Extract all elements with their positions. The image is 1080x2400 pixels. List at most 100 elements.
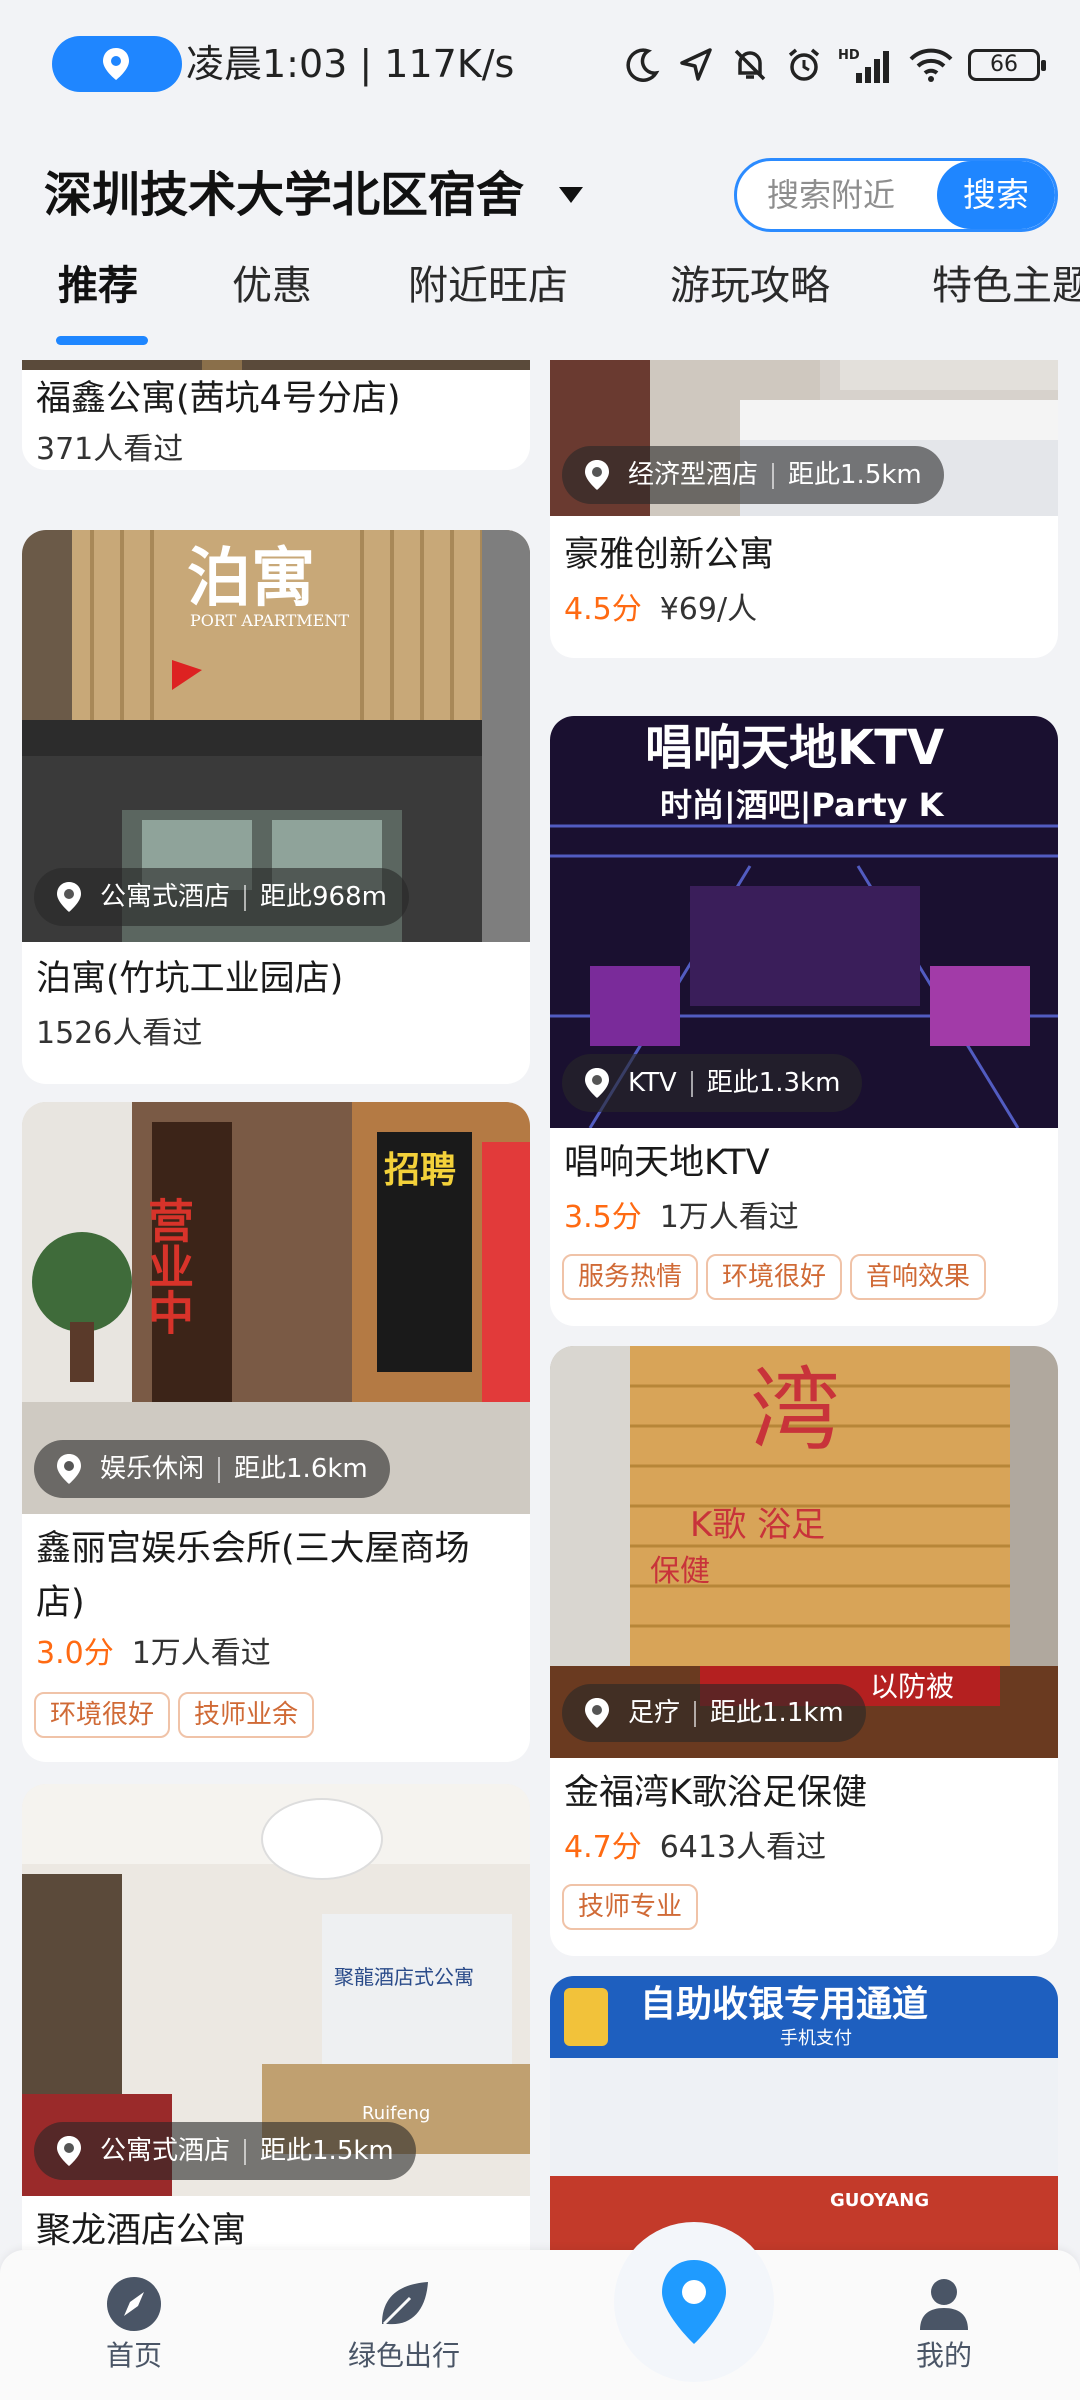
- rating-score: 4.5分: [564, 592, 642, 627]
- poi-title: 唱响天地KTV: [564, 1143, 770, 1183]
- view-count: 1万人看过: [659, 1200, 799, 1235]
- poi-title: 鑫丽宫娱乐会所(三大屋商场店): [36, 1529, 470, 1623]
- rating-score: 3.0分: [36, 1636, 114, 1671]
- current-location[interactable]: 深圳技术大学北区宿舍: [44, 160, 524, 230]
- tag-chip[interactable]: 服务热情: [562, 1254, 699, 1300]
- category-distance-badge: 公寓式酒店 距此968m: [34, 868, 409, 926]
- view-count: 6413人看过: [659, 1830, 827, 1865]
- svg-text:GUOYANG: GUOYANG: [830, 2190, 929, 2211]
- price-per-person: ¥69/人: [659, 592, 758, 627]
- header: 深圳技术大学北区宿舍 搜索附近 搜索: [0, 150, 1080, 240]
- tab-travel-guides[interactable]: 游玩攻略: [670, 256, 830, 316]
- tag-chip[interactable]: 环境很好: [34, 1692, 171, 1738]
- poi-card[interactable]: 唱响天地KTV 时尚|酒吧|Party K KTV 距此1.3km 唱响天地KTV…: [550, 716, 1058, 1326]
- location-pin-icon: [662, 2260, 726, 2344]
- moon-icon: [626, 48, 660, 82]
- category-label: 娱乐休闲: [100, 1454, 205, 1484]
- poi-meta: 4.7分 6413人看过: [564, 1826, 826, 1870]
- poi-card[interactable]: 经济型酒店 距此1.5km 豪雅创新公寓 4.5分 ¥69/人: [550, 360, 1058, 658]
- tab-recommended[interactable]: 推荐: [58, 256, 138, 316]
- bell-muted-icon: [734, 49, 766, 81]
- nav-green-travel[interactable]: 绿色出行: [324, 2274, 484, 2376]
- recommendation-feed[interactable]: 福鑫公寓(茜坑4号分店) 371人看过 泊寓 PORT APARTMENT 公寓…: [0, 360, 1080, 2250]
- svg-text:手机支付: 手机支付: [780, 2028, 852, 2049]
- tag-chips: 技师专业: [562, 1884, 699, 1930]
- battery-icon: 66: [968, 49, 1046, 81]
- distance-label: 距此1.5km: [788, 460, 922, 490]
- poi-card[interactable]: 营业中 招聘 娱乐休闲 距此1.6km 鑫丽宫娱乐会所(三大屋商场店) 3.0分 1…: [22, 1102, 530, 1762]
- tab-discounts[interactable]: 优惠: [232, 256, 312, 316]
- poi-title: 福鑫公寓(茜坑4号分店): [36, 379, 401, 419]
- poi-photo: [22, 360, 530, 370]
- location-pin-icon: [585, 1068, 609, 1098]
- status-bar: 凌晨1:03 | 117K/s HD 66: [0, 0, 1080, 130]
- poi-meta: 1526人看过: [36, 1016, 203, 1051]
- tag-chip[interactable]: 技师专业: [562, 1884, 699, 1930]
- category-distance-badge: 经济型酒店 距此1.5km: [562, 446, 944, 504]
- category-distance-badge: KTV 距此1.3km: [562, 1054, 863, 1112]
- poi-card[interactable]: 福鑫公寓(茜坑4号分店) 371人看过: [22, 360, 530, 470]
- distance-label: 距此1.5km: [260, 2136, 394, 2166]
- search-input[interactable]: 搜索附近: [767, 161, 947, 229]
- dropdown-triangle-icon[interactable]: [556, 180, 586, 210]
- svg-text:HD: HD: [838, 48, 860, 63]
- distance-label: 距此1.6km: [234, 1454, 368, 1484]
- view-count: 1万人看过: [131, 1636, 271, 1671]
- nav-profile[interactable]: 我的: [864, 2274, 1024, 2376]
- poi-meta: 3.0分 1万人看过: [36, 1632, 271, 1676]
- tag-chips: 环境很好 技师业余: [34, 1692, 315, 1738]
- location-pin-icon: [57, 1454, 81, 1484]
- tag-chip[interactable]: 技师业余: [178, 1692, 315, 1738]
- location-indicator-pill[interactable]: [52, 36, 182, 92]
- tag-chips: 服务热情 环境很好 音响效果: [562, 1254, 987, 1300]
- category-label: 公寓式酒店: [100, 2136, 231, 2166]
- search-box[interactable]: 搜索附近 搜索: [734, 158, 1058, 232]
- location-pin-icon: [57, 2136, 81, 2166]
- status-time: 凌晨1:03 | 117K/s: [186, 42, 515, 86]
- svg-text:聚龍酒店式公寓: 聚龍酒店式公寓: [334, 1965, 474, 1989]
- active-tab-indicator: [56, 336, 148, 345]
- tag-chip[interactable]: 音响效果: [850, 1254, 987, 1300]
- poi-card[interactable]: 自助收银专用通道 手机支付 GUOYANG: [550, 1976, 1058, 2250]
- compass-icon: [107, 2277, 161, 2331]
- rating-score: 3.5分: [564, 1200, 642, 1235]
- poi-card[interactable]: 湾 K歌 浴足 保健 以防被 足疗 距此1.1km 金福湾K歌浴足保健 4.7分 6…: [550, 1346, 1058, 1956]
- category-tabs: 推荐 优惠 附近旺店 游玩攻略 特色主题: [0, 248, 1080, 348]
- leaf-icon: [382, 2282, 428, 2326]
- search-button[interactable]: 搜索: [937, 161, 1055, 229]
- nav-location[interactable]: [614, 2222, 774, 2382]
- nav-home[interactable]: 首页: [54, 2274, 214, 2376]
- tab-themes[interactable]: 特色主题: [932, 256, 1080, 316]
- poi-meta: 4.5分 ¥69/人: [564, 588, 757, 632]
- user-icon: [920, 2279, 968, 2330]
- location-pin-icon: [585, 1698, 609, 1728]
- svg-text:时尚|酒吧|Party K: 时尚|酒吧|Party K: [660, 786, 945, 825]
- poi-title: 泊寓(竹坑工业园店): [36, 959, 344, 999]
- category-label: KTV: [628, 1068, 677, 1098]
- poi-title: 金福湾K歌浴足保健: [564, 1773, 867, 1813]
- svg-text:唱响天地KTV: 唱响天地KTV: [645, 720, 944, 776]
- category-label: 经济型酒店: [628, 460, 759, 490]
- poi-meta: 3.5分 1万人看过: [564, 1196, 799, 1240]
- svg-text:以防被: 以防被: [870, 1670, 954, 1703]
- svg-text:自助收银专用通道: 自助收银专用通道: [640, 1984, 928, 2025]
- poi-title: 聚龙酒店公寓: [36, 2211, 247, 2250]
- nav-label: 首页: [105, 2339, 162, 2372]
- poi-meta: 371人看过: [36, 432, 184, 467]
- poi-title: 豪雅创新公寓: [564, 535, 775, 575]
- tab-nearby-popular[interactable]: 附近旺店: [408, 256, 568, 316]
- tag-chip[interactable]: 环境很好: [706, 1254, 843, 1300]
- navigation-arrow-icon: [680, 48, 712, 81]
- poi-card[interactable]: 聚龍酒店式公寓 Ruifeng 公寓式酒店 距此1.5km 聚龙酒店公寓: [22, 1784, 530, 2250]
- distance-label: 距此1.3km: [706, 1068, 841, 1098]
- svg-text:Ruifeng: Ruifeng: [362, 2103, 430, 2124]
- category-distance-badge: 足疗 距此1.1km: [562, 1684, 866, 1742]
- distance-label: 距此1.1km: [710, 1698, 844, 1728]
- category-distance-badge: 娱乐休闲 距此1.6km: [34, 1440, 390, 1498]
- location-pin-icon: [103, 48, 129, 80]
- status-icons: HD 66: [622, 40, 1046, 90]
- location-pin-icon: [57, 882, 81, 912]
- svg-text:泊寓: 泊寓: [187, 542, 315, 616]
- poi-card[interactable]: 泊寓 PORT APARTMENT 公寓式酒店 距此968m 泊寓(竹坑工业园店)…: [22, 530, 530, 1084]
- bottom-navigation: 首页 绿色出行 我的: [0, 2222, 1080, 2400]
